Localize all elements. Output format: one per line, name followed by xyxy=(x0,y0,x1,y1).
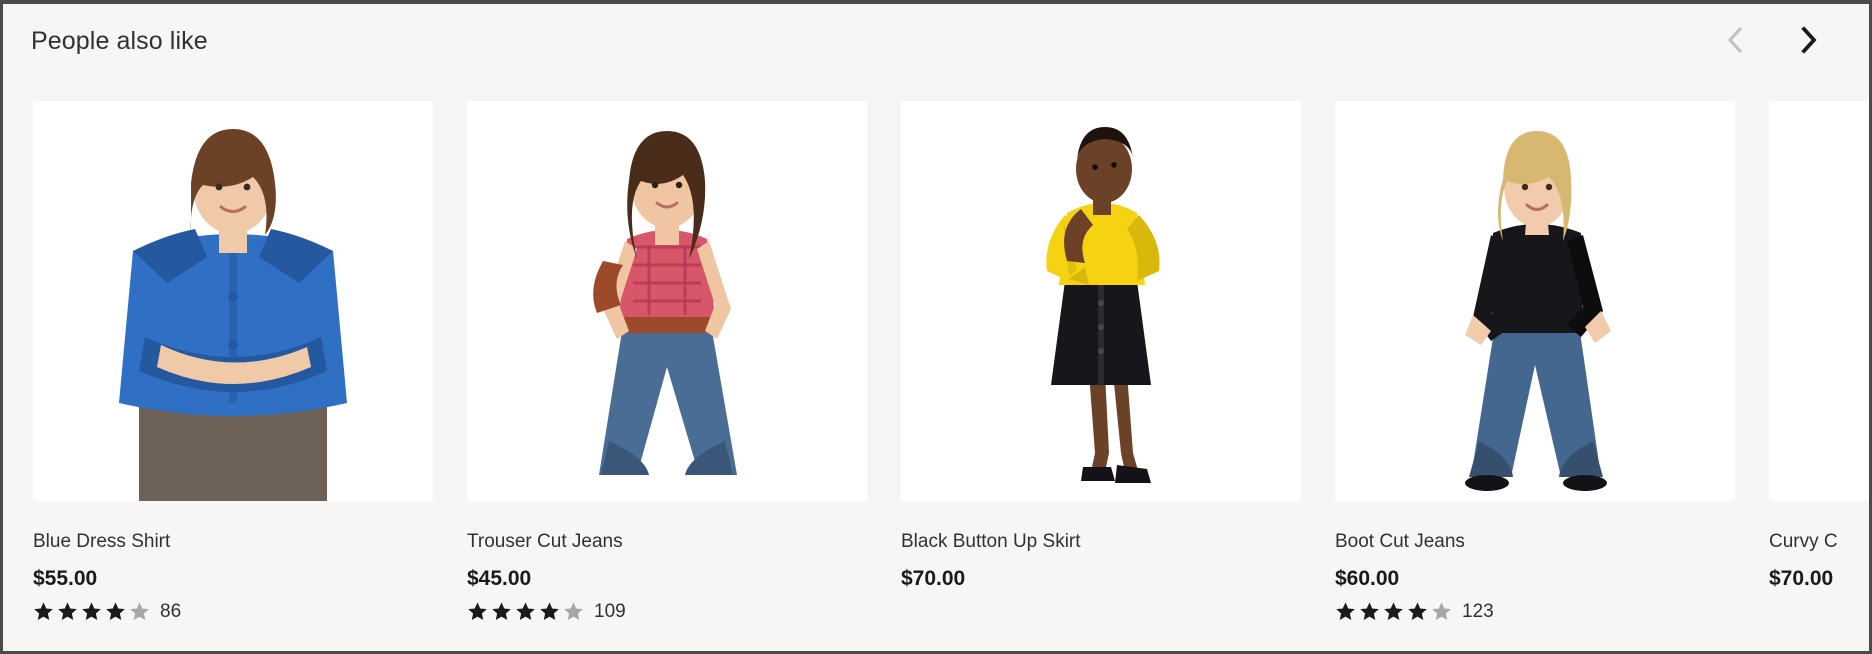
carousel-next-button[interactable] xyxy=(1791,23,1825,57)
product-price: $45.00 xyxy=(467,566,532,590)
product-details: Black Button Up Skirt $70.00 xyxy=(901,501,1301,591)
star-icon xyxy=(492,602,511,621)
star-icon xyxy=(82,602,101,621)
product-details: Boot Cut Jeans $60.00 123 xyxy=(1335,501,1735,624)
product-name[interactable]: Blue Dress Shirt xyxy=(33,531,433,554)
carousel-nav xyxy=(1719,23,1829,57)
product-rating[interactable]: 123 xyxy=(1335,600,1735,624)
product-details: Curvy C $70.00 xyxy=(1769,501,1869,591)
carousel-prev-button[interactable] xyxy=(1719,23,1753,57)
star-icon xyxy=(1432,602,1451,621)
star-icon xyxy=(1384,602,1403,621)
product-card[interactable]: Trouser Cut Jeans $45.00 109 xyxy=(467,101,867,624)
product-card[interactable]: Black Button Up Skirt $70.00 xyxy=(901,101,1301,624)
product-name[interactable]: Black Button Up Skirt xyxy=(901,531,1301,554)
star-rating xyxy=(1335,601,1452,622)
review-count: 109 xyxy=(594,601,626,623)
review-count: 86 xyxy=(160,601,182,623)
product-image[interactable] xyxy=(33,101,433,501)
star-icon xyxy=(1360,602,1379,621)
star-icon xyxy=(34,602,53,621)
product-photo xyxy=(901,101,1301,501)
product-price: $60.00 xyxy=(1335,566,1400,590)
product-photo xyxy=(467,101,867,501)
star-icon xyxy=(564,602,583,621)
star-icon xyxy=(516,602,535,621)
panel-header: People also like xyxy=(3,4,1869,76)
product-price: $70.00 xyxy=(1769,566,1834,590)
star-icon xyxy=(1336,602,1355,621)
star-icon xyxy=(106,602,125,621)
product-rating[interactable]: 109 xyxy=(467,600,867,624)
product-details: Blue Dress Shirt $55.00 86 xyxy=(33,501,433,624)
product-carousel[interactable]: Blue Dress Shirt $55.00 86 Trouser Cut Jean… xyxy=(33,101,1869,624)
product-rating[interactable]: 86 xyxy=(33,600,433,624)
page-title: People also like xyxy=(31,26,208,55)
star-icon xyxy=(130,602,149,621)
product-name[interactable]: Trouser Cut Jeans xyxy=(467,531,867,554)
product-price: $55.00 xyxy=(33,566,98,590)
star-icon xyxy=(468,602,487,621)
star-icon xyxy=(58,602,77,621)
product-name[interactable]: Boot Cut Jeans xyxy=(1335,531,1735,554)
product-card[interactable]: Curvy C $70.00 xyxy=(1769,101,1869,624)
product-price: $70.00 xyxy=(901,566,966,590)
star-rating xyxy=(33,601,150,622)
product-name[interactable]: Curvy C xyxy=(1769,531,1869,554)
product-card[interactable]: Blue Dress Shirt $55.00 86 xyxy=(33,101,433,624)
people-also-like-panel: People also like Blue Dress Shirt $55.00 8… xyxy=(0,0,1872,654)
review-count: 123 xyxy=(1462,601,1494,623)
product-image[interactable] xyxy=(901,101,1301,501)
star-icon xyxy=(540,602,559,621)
product-image[interactable] xyxy=(1335,101,1735,501)
star-icon xyxy=(1408,602,1427,621)
chevron-right-icon xyxy=(1795,25,1821,55)
product-card[interactable]: Boot Cut Jeans $60.00 123 xyxy=(1335,101,1735,624)
product-details: Trouser Cut Jeans $45.00 109 xyxy=(467,501,867,624)
product-image[interactable] xyxy=(467,101,867,501)
chevron-left-icon xyxy=(1723,25,1749,55)
product-image[interactable] xyxy=(1769,101,1869,501)
star-rating xyxy=(467,601,584,622)
product-photo xyxy=(1335,101,1735,501)
product-photo xyxy=(33,101,433,501)
